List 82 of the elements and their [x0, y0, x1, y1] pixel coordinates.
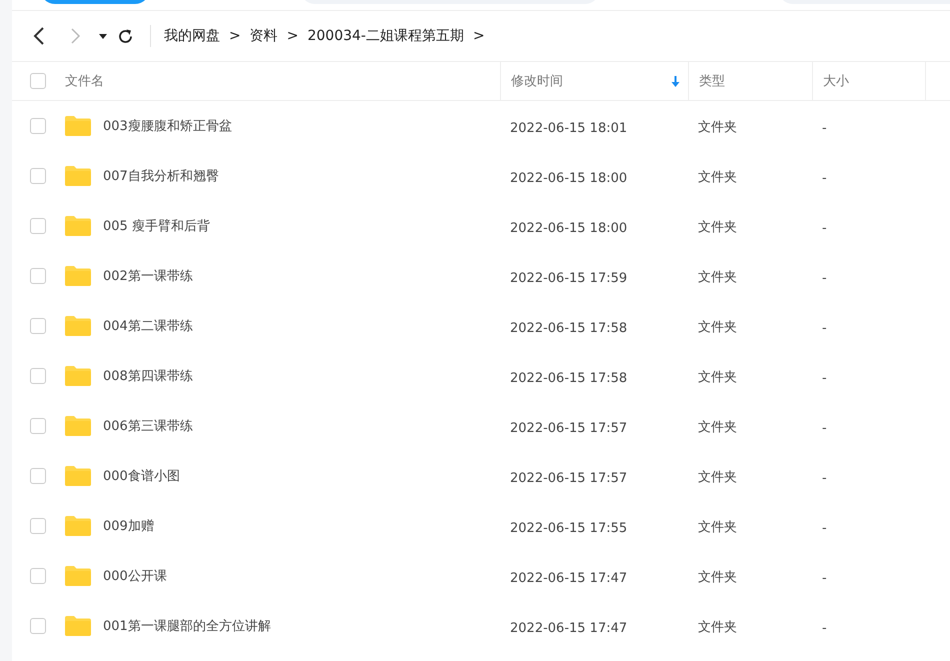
folder-icon — [65, 416, 91, 436]
breadcrumb-separator: > — [229, 28, 241, 44]
column-header[interactable]: 类型 — [699, 72, 725, 90]
file-type: 文件夹 — [698, 370, 737, 385]
file-type: 文件夹 — [698, 620, 737, 635]
folder-icon — [65, 366, 91, 386]
file-type: 文件夹 — [698, 420, 737, 435]
file-name[interactable]: 007自我分析和翘臀 — [103, 167, 219, 185]
row-checkbox[interactable] — [30, 118, 46, 134]
modified-time: 2022-06-15 17:59 — [510, 270, 628, 286]
dropdown-icon[interactable] — [99, 34, 107, 38]
file-name[interactable]: 004第二课带练 — [103, 317, 193, 335]
file-name[interactable]: 005 瘦手臂和后背 — [103, 217, 210, 235]
refresh-icon[interactable] — [117, 28, 134, 44]
file-name[interactable]: 000公开课 — [103, 567, 167, 585]
file-type: 文件夹 — [698, 220, 737, 235]
file-type: 文件夹 — [698, 570, 737, 585]
modified-time: 2022-06-15 18:00 — [510, 220, 628, 236]
row-checkbox[interactable] — [30, 368, 46, 384]
file-type: 文件夹 — [698, 470, 737, 485]
file-type: 文件夹 — [698, 170, 737, 185]
file-type: 文件夹 — [698, 320, 737, 335]
file-size: - — [822, 320, 827, 336]
modified-time: 2022-06-15 17:55 — [510, 520, 628, 536]
forward-icon[interactable] — [71, 28, 81, 44]
file-size: - — [822, 520, 827, 536]
modified-time: 2022-06-15 17:57 — [510, 420, 628, 436]
modified-time: 2022-06-15 17:47 — [510, 570, 628, 586]
column-header[interactable]: 大小 — [823, 72, 849, 90]
row-checkbox[interactable] — [30, 418, 46, 434]
folder-icon — [65, 566, 91, 586]
row-checkbox[interactable] — [30, 168, 46, 184]
modified-time: 2022-06-15 17:58 — [510, 370, 628, 386]
file-size: - — [822, 370, 827, 386]
file-size: - — [822, 220, 827, 236]
file-size: - — [822, 270, 827, 286]
folder-icon — [65, 316, 91, 336]
breadcrumb-link[interactable]: 200034-二姐课程第五期 — [307, 27, 464, 45]
modified-time: 2022-06-15 17:57 — [510, 470, 628, 486]
file-name[interactable]: 000食谱小图 — [103, 467, 180, 485]
row-checkbox[interactable] — [30, 518, 46, 534]
row-checkbox[interactable] — [30, 318, 46, 334]
modified-time: 2022-06-15 18:00 — [510, 170, 628, 186]
file-size: - — [822, 620, 827, 636]
folder-icon — [65, 166, 91, 186]
modified-time: 2022-06-15 17:47 — [510, 620, 628, 636]
folder-icon — [65, 516, 91, 536]
select-all-checkbox[interactable] — [30, 73, 46, 89]
modified-time: 2022-06-15 18:01 — [510, 120, 628, 136]
row-checkbox[interactable] — [30, 568, 46, 584]
file-size: - — [822, 570, 827, 586]
row-checkbox[interactable] — [30, 268, 46, 284]
back-icon[interactable] — [33, 27, 45, 45]
breadcrumb-separator: > — [286, 28, 298, 44]
file-size: - — [822, 470, 827, 486]
file-name[interactable]: 003瘦腰腹和矫正骨盆 — [103, 117, 232, 135]
sort-arrow-icon[interactable] — [671, 76, 680, 87]
file-name[interactable]: 002第一课带练 — [103, 267, 193, 285]
file-type: 文件夹 — [698, 120, 737, 135]
file-type: 文件夹 — [698, 520, 737, 535]
row-checkbox[interactable] — [30, 218, 46, 234]
breadcrumb-link[interactable]: 资料 — [250, 27, 278, 45]
breadcrumb-separator: > — [472, 28, 485, 44]
folder-icon — [65, 616, 91, 636]
file-name[interactable]: 006第三课带练 — [103, 417, 193, 435]
file-size: - — [822, 170, 827, 186]
folder-icon — [65, 266, 91, 286]
file-size: - — [822, 420, 827, 436]
folder-icon — [65, 116, 91, 136]
folder-icon — [65, 216, 91, 236]
breadcrumb-link[interactable]: 我的网盘 — [164, 27, 220, 45]
folder-icon — [65, 466, 91, 486]
row-checkbox[interactable] — [30, 468, 46, 484]
file-name[interactable]: 001第一课腿部的全方位讲解 — [103, 617, 271, 635]
column-header[interactable]: 修改时间 — [511, 72, 563, 90]
row-checkbox[interactable] — [30, 618, 46, 634]
column-header[interactable]: 文件名 — [65, 72, 104, 90]
file-type: 文件夹 — [698, 270, 737, 285]
file-name[interactable]: 008第四课带练 — [103, 367, 193, 385]
file-name[interactable]: 009加赠 — [103, 517, 154, 535]
modified-time: 2022-06-15 17:58 — [510, 320, 628, 336]
file-size: - — [822, 120, 827, 136]
